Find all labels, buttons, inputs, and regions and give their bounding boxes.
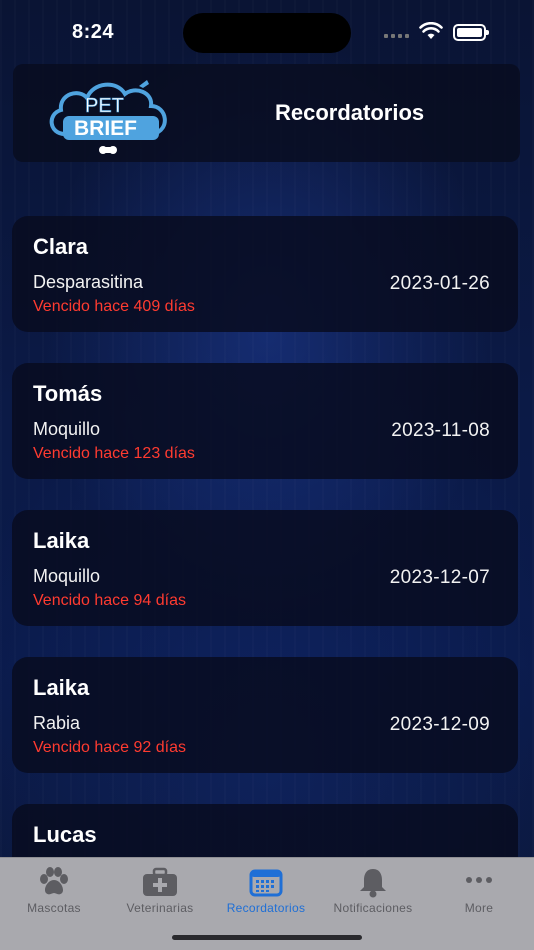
medical-kit-icon — [143, 867, 177, 896]
status-time: 8:24 — [72, 21, 115, 43]
tab-mascotas[interactable]: Mascotas — [4, 866, 104, 915]
tab-veterinarias[interactable]: Veterinarias — [110, 866, 210, 915]
due-date: 2023-12-07 — [389, 567, 490, 588]
status-bar: 8:24 — [0, 0, 534, 60]
home-indicator[interactable] — [172, 935, 362, 940]
overdue-status: Vencido hace 409 días — [33, 298, 195, 315]
tab-label: More — [464, 901, 494, 915]
battery-icon — [453, 24, 489, 41]
calendar-icon — [249, 869, 283, 897]
app-header: PET BRIEF Recordatorios — [13, 64, 520, 162]
page-title: Recordatorios — [275, 100, 425, 125]
tab-label: Recordatorios — [226, 901, 306, 915]
due-date: 2023-12-09 — [389, 714, 490, 735]
more-icon — [466, 877, 492, 883]
tab-more[interactable]: More — [429, 866, 529, 915]
tab-label: Notificaciones — [333, 901, 413, 915]
reminder-card[interactable]: Laika Moquillo 2023-12-07 Vencido hace 9… — [12, 510, 518, 626]
tab-label: Mascotas — [27, 901, 81, 915]
svg-text:BRIEF: BRIEF — [74, 117, 137, 140]
tab-recordatorios[interactable]: Recordatorios — [216, 866, 316, 915]
treatment-name: Moquillo — [33, 566, 101, 586]
pet-name: Tomás — [33, 381, 103, 406]
due-date: 2023-01-26 — [389, 273, 490, 294]
pet-name: Laika — [33, 528, 90, 553]
pet-name: Clara — [33, 234, 89, 259]
pet-brief-logo: PET BRIEF — [49, 80, 167, 154]
overdue-status: Vencido hace 94 días — [33, 592, 187, 609]
reminder-card[interactable]: Lucas — [12, 804, 518, 857]
tab-notificaciones[interactable]: Notificaciones — [323, 866, 423, 915]
wifi-icon — [419, 22, 443, 39]
pet-name: Laika — [33, 675, 90, 700]
tab-label: Veterinarias — [126, 901, 194, 915]
treatment-name: Desparasitina — [33, 272, 144, 292]
treatment-name: Moquillo — [33, 419, 101, 439]
treatment-name: Rabia — [33, 713, 81, 733]
bell-icon — [360, 869, 386, 898]
reminder-card[interactable]: Clara Desparasitina 2023-01-26 Vencido h… — [12, 216, 518, 332]
reminder-card[interactable]: Tomás Moquillo 2023-11-08 Vencido hace 1… — [12, 363, 518, 479]
reminder-card[interactable]: Laika Rabia 2023-12-09 Vencido hace 92 d… — [12, 657, 518, 773]
overdue-status: Vencido hace 123 días — [33, 445, 195, 462]
pet-name: Lucas — [33, 822, 97, 847]
overdue-status: Vencido hace 92 días — [33, 739, 187, 756]
paw-icon — [40, 867, 68, 895]
svg-text:PET: PET — [85, 95, 124, 117]
cellular-signal-icon — [384, 34, 409, 38]
dynamic-island — [183, 13, 351, 53]
due-date: 2023-11-08 — [391, 420, 490, 441]
